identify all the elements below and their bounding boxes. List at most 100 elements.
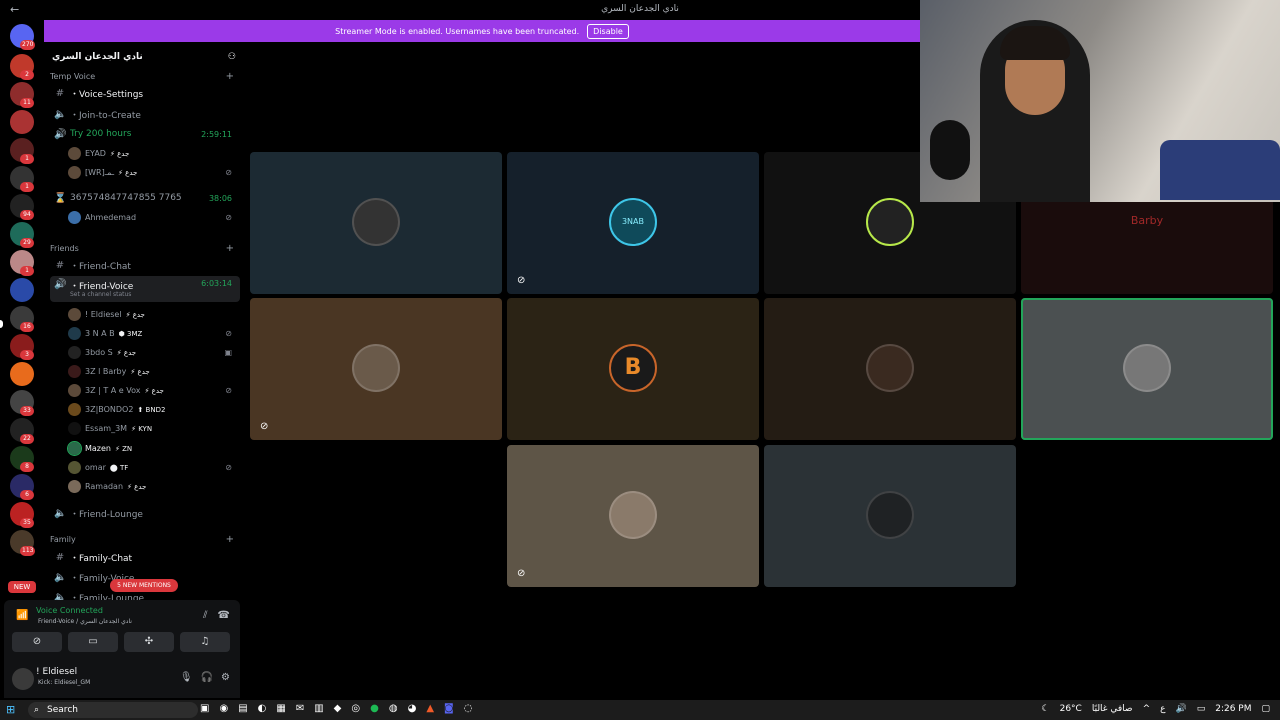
search-label: Search	[47, 705, 78, 715]
app-icon[interactable]: ◆	[334, 703, 342, 714]
soundboard-button[interactable]: ♫	[180, 632, 230, 652]
member-tag: ⬆ BND2	[137, 405, 166, 414]
category-temp-voice[interactable]: Temp Voice +	[50, 71, 238, 82]
participant-tile[interactable]: 3NAB ⊘	[507, 152, 759, 294]
participant-tile[interactable]	[764, 445, 1016, 587]
screen-share-button[interactable]: ▭	[68, 632, 118, 652]
participant-tile[interactable]	[250, 152, 502, 294]
server-rail: 270 2 11 1 1 94 29 1 16 3 33 22 8 6 35 1…	[0, 20, 44, 700]
brave-icon[interactable]: ▲	[426, 703, 434, 714]
voice-channel-path[interactable]: Friend-Voice / نادي الجدعان السري	[38, 618, 132, 625]
battery-icon[interactable]: ▭	[1197, 704, 1206, 714]
server-header[interactable]: نادي الجدعان السري ⚇	[44, 42, 244, 72]
noise-suppression-icon[interactable]: ⫽	[203, 610, 207, 621]
avatar	[866, 344, 914, 392]
voice-status[interactable]: Voice Connected	[36, 606, 103, 615]
taskbar-search[interactable]: ⌕ Search	[28, 702, 198, 718]
deafened-icon: ⊘	[225, 386, 232, 395]
notification-icon[interactable]: ▢	[1261, 704, 1270, 714]
browser-icon[interactable]: ◉	[219, 703, 228, 714]
steam-icon[interactable]: ◎	[351, 703, 360, 714]
microphone-icon[interactable]: 🎙	[180, 672, 193, 683]
channel-friend-lounge[interactable]: 🔈 ・Friend-Lounge	[50, 504, 240, 522]
gear-icon[interactable]: ⚙	[221, 672, 230, 683]
channel-family-chat[interactable]: # ・Family-Chat	[50, 548, 240, 566]
add-channel-icon[interactable]: +	[226, 243, 234, 254]
server-icon[interactable]	[10, 278, 34, 302]
avatar[interactable]	[12, 668, 34, 690]
new-mentions-pill[interactable]: 5 NEW MENTIONS	[110, 579, 178, 592]
participant-tile[interactable]: B	[507, 298, 759, 440]
voice-member[interactable]: Mazen ⚡ ZN	[67, 440, 238, 457]
voice-member[interactable]: 3Z|BONDO2 ⬆ BND2	[68, 401, 238, 418]
voice-member[interactable]: EYAD ⚡ جدع	[68, 145, 238, 162]
new-badge[interactable]: NEW	[8, 581, 36, 593]
voice-member[interactable]: 3 N A B ⬢ 3MZ ⊘	[68, 325, 238, 342]
spotify-icon[interactable]: ●	[370, 703, 379, 714]
disconnect-icon[interactable]: ☎	[218, 610, 230, 621]
voice-member[interactable]: 3bdo S ⚡ جدع ▣	[68, 344, 238, 361]
participant-tile[interactable]: ⊘	[250, 298, 502, 440]
server-badge: 3	[20, 350, 34, 360]
voice-member[interactable]: 3Z l Barby ⚡ جدع	[68, 363, 238, 380]
server-badge: 8	[20, 462, 34, 472]
channel-number[interactable]: ⌛ 367574847747855 7765 38:06	[50, 189, 240, 207]
participant-tile[interactable]	[1021, 298, 1273, 440]
explorer-icon[interactable]: ▤	[238, 703, 247, 714]
voice-member[interactable]: Ahmedemad ⊘	[68, 209, 238, 226]
voice-member[interactable]: Ramadan ⚡ جدع	[68, 478, 238, 495]
add-channel-icon[interactable]: +	[226, 71, 234, 82]
voice-member[interactable]: [WR]ـمـ ⚡ جدع ⊘	[68, 164, 238, 181]
app-icon[interactable]: ◍	[389, 703, 398, 714]
channel-friend-chat[interactable]: # ・Friend-Chat	[50, 256, 240, 274]
channel-timer: 6:03:14	[201, 279, 232, 288]
avatar	[68, 461, 81, 474]
voice-member[interactable]: Essam_3M ⚡ KYN	[68, 420, 238, 437]
member-tag: ⬢ 3MZ	[118, 329, 143, 338]
voice-member[interactable]: 3Z | T A e Vox ⚡ جدع ⊘	[68, 382, 238, 399]
disable-button[interactable]: Disable	[587, 23, 629, 39]
volume-icon[interactable]: 🔊	[1175, 704, 1186, 714]
deafened-icon: ⊘	[225, 168, 232, 177]
windows-start-icon[interactable]: ⊞	[6, 703, 15, 716]
weather-temp[interactable]: 26°C	[1060, 704, 1082, 714]
task-view-icon[interactable]: ▣	[200, 703, 209, 714]
mail-icon[interactable]: ✉	[296, 703, 304, 714]
channel-voice-settings[interactable]: # ・Voice-Settings	[50, 84, 240, 102]
channel-status[interactable]: Set a channel status	[70, 291, 131, 298]
participant-tile[interactable]: ⊘	[507, 445, 759, 587]
server-icon[interactable]	[10, 110, 34, 134]
channel-join-to-create[interactable]: 🔈 ・Join-to-Create	[50, 105, 240, 123]
obs-icon[interactable]: ◌	[464, 703, 473, 714]
weather-icon[interactable]: ☾	[1042, 704, 1050, 714]
channel-friend-voice[interactable]: 🔊 ・Friend-Voice 6:03:14 Set a channel st…	[50, 276, 240, 302]
chrome-icon[interactable]: ◕	[408, 703, 417, 714]
category-family[interactable]: Family +	[50, 534, 238, 545]
add-member-icon[interactable]: ⚇	[228, 52, 236, 62]
avatar	[68, 422, 81, 435]
camera-button[interactable]: ⊘	[12, 632, 62, 652]
headphones-icon[interactable]: 🎧	[201, 672, 213, 683]
edge-icon[interactable]: ◐	[258, 703, 267, 714]
user-name[interactable]: ! Eldiesel	[36, 667, 77, 677]
category-friends[interactable]: Friends +	[50, 243, 238, 254]
discord-icon[interactable]: ◙	[444, 703, 454, 714]
channel-try-200-hours[interactable]: 🔊 Try 200 hours 2:59:11	[50, 125, 240, 143]
server-badge: 94	[20, 210, 34, 220]
server-name: نادي الجدعان السري	[52, 52, 143, 62]
language-indicator[interactable]: ع	[1160, 704, 1165, 714]
search-icon: ⌕	[34, 705, 40, 715]
chevron-up-icon[interactable]: ^	[1143, 704, 1151, 714]
voice-member[interactable]: ! Eldiesel ⚡ جدع	[68, 306, 238, 323]
participant-tile[interactable]	[764, 298, 1016, 440]
activities-button[interactable]: ✣	[124, 632, 174, 652]
clock[interactable]: 2:26 PM	[1215, 704, 1251, 714]
voice-member[interactable]: omar ⬤ TF ⊘	[68, 459, 238, 476]
add-channel-icon[interactable]: +	[226, 534, 234, 545]
store-icon[interactable]: ▦	[276, 703, 285, 714]
server-icon[interactable]	[10, 362, 34, 386]
speaker-icon: 🔈	[54, 571, 67, 583]
folder-icon[interactable]: ▥	[314, 703, 323, 714]
member-name: Mazen	[85, 444, 111, 453]
text-channel-icon: #	[55, 551, 65, 563]
